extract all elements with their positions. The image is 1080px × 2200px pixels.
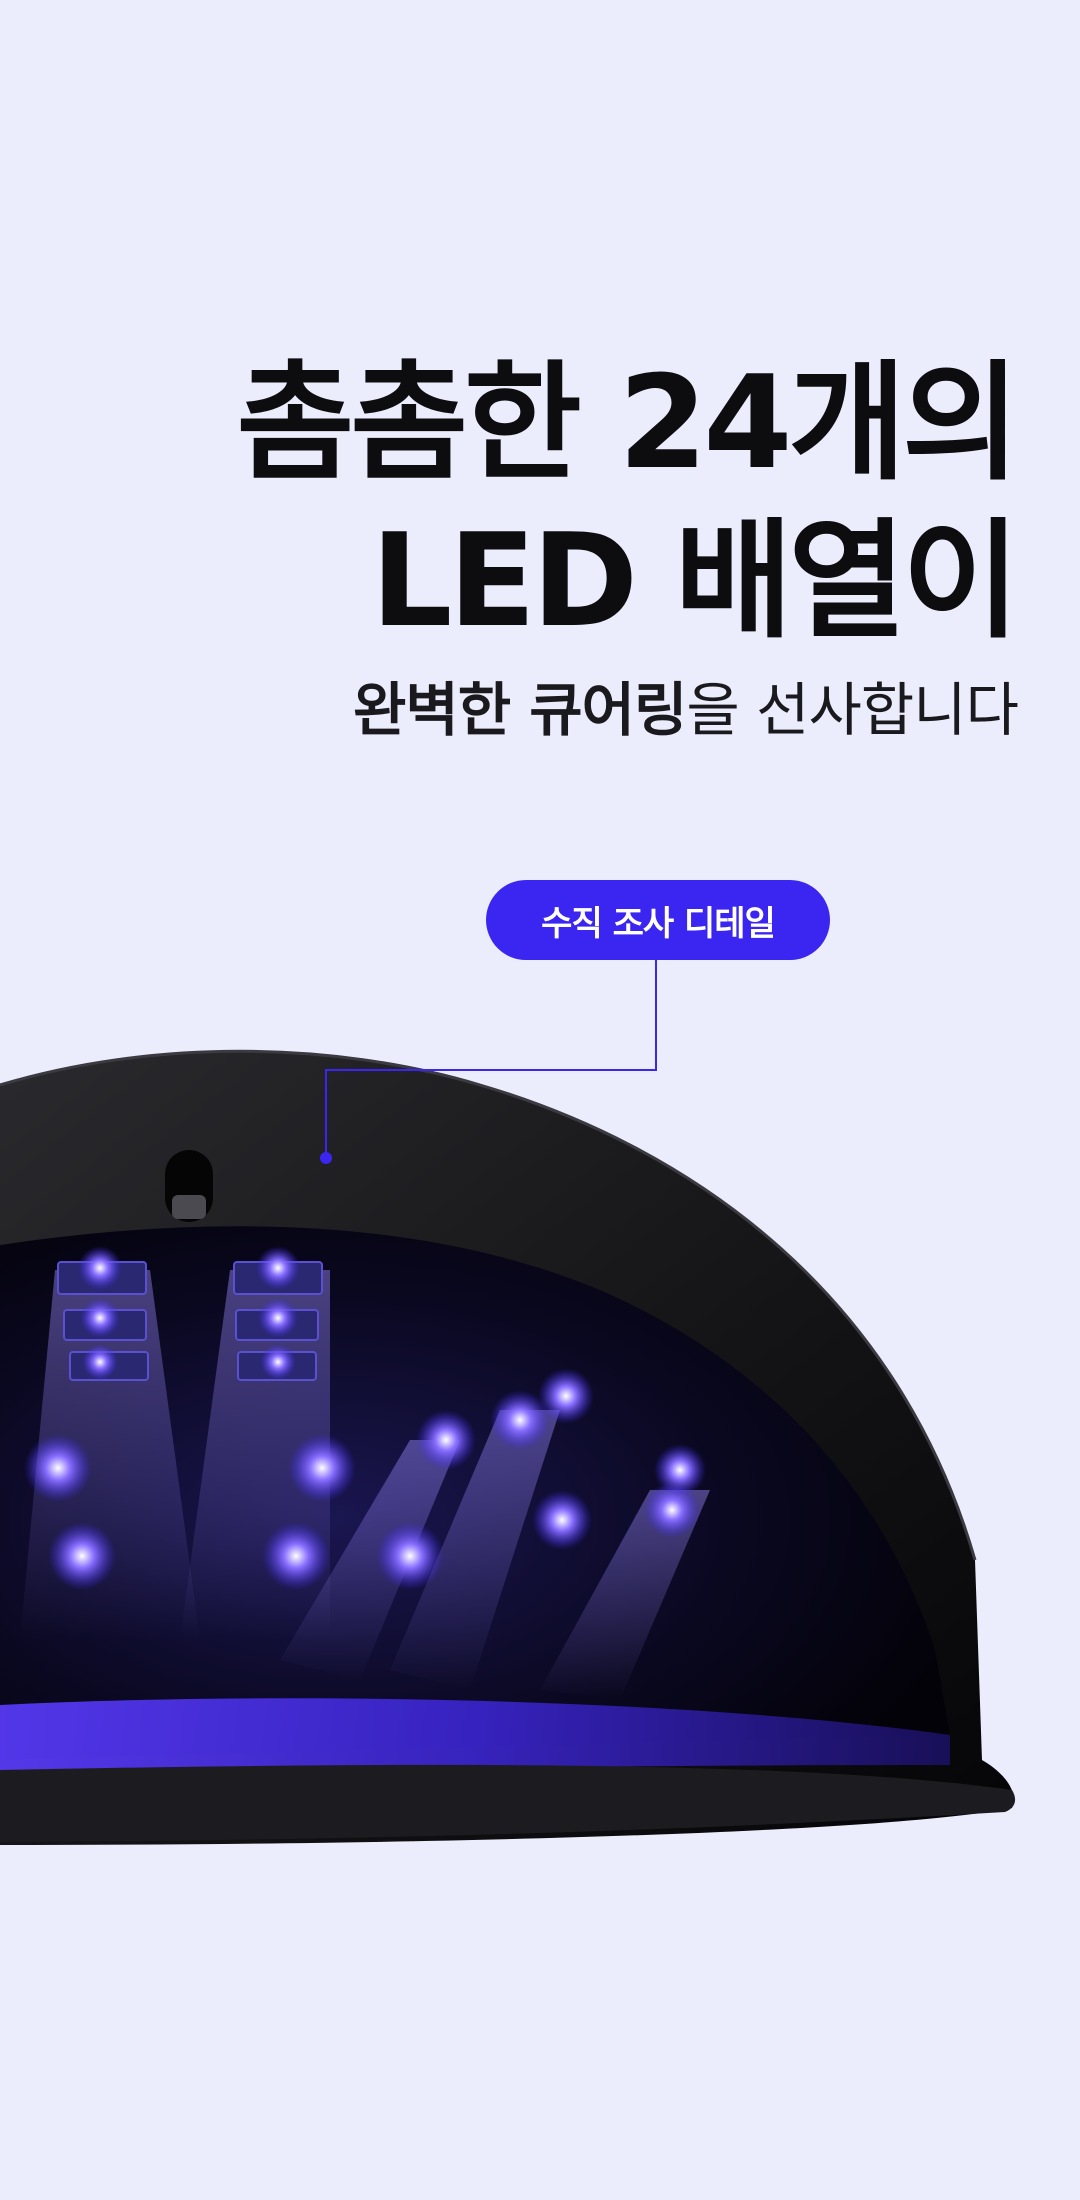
- uv-lamp-graphic: [0, 960, 1016, 1845]
- uv-lamp-illustration: [0, 0, 1080, 2200]
